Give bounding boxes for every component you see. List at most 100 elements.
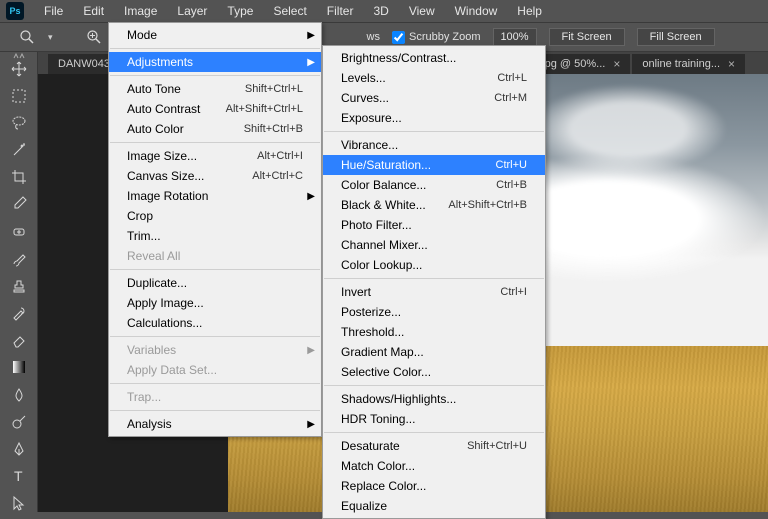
menu-item-vibrance[interactable]: Vibrance... bbox=[323, 135, 545, 155]
history-brush-tool-icon[interactable] bbox=[8, 305, 30, 322]
menu-item-channel-mixer[interactable]: Channel Mixer... bbox=[323, 235, 545, 255]
path-select-tool-icon[interactable] bbox=[8, 495, 30, 512]
menu-item-shortcut: Ctrl+L bbox=[497, 72, 527, 84]
menu-item-label: Exposure... bbox=[341, 111, 402, 125]
menu-item-black-white[interactable]: Black & White...Alt+Shift+Ctrl+B bbox=[323, 195, 545, 215]
menu-item-equalize[interactable]: Equalize bbox=[323, 496, 545, 516]
tools-panel: T bbox=[0, 52, 38, 512]
menubar-item-window[interactable]: Window bbox=[445, 0, 508, 22]
menubar-item-layer[interactable]: Layer bbox=[167, 0, 217, 22]
menu-item-label: Posterize... bbox=[341, 305, 401, 319]
menu-item-threshold[interactable]: Threshold... bbox=[323, 322, 545, 342]
eyedropper-tool-icon[interactable] bbox=[8, 196, 30, 213]
menu-item-image-size[interactable]: Image Size...Alt+Ctrl+I bbox=[109, 146, 321, 166]
menubar-item-type[interactable]: Type bbox=[217, 0, 263, 22]
menu-item-posterize[interactable]: Posterize... bbox=[323, 302, 545, 322]
scrubby-zoom-checkbox[interactable]: Scrubby Zoom bbox=[392, 31, 481, 44]
eraser-tool-icon[interactable] bbox=[8, 332, 30, 349]
menu-item-label: Canvas Size... bbox=[127, 169, 204, 183]
menu-item-brightness-contrast[interactable]: Brightness/Contrast... bbox=[323, 48, 545, 68]
menu-item-curves[interactable]: Curves...Ctrl+M bbox=[323, 88, 545, 108]
menu-separator bbox=[110, 410, 320, 411]
menu-separator bbox=[110, 336, 320, 337]
scrubby-zoom-label: Scrubby Zoom bbox=[409, 31, 481, 43]
wand-tool-icon[interactable] bbox=[8, 142, 30, 159]
menubar-item-image[interactable]: Image bbox=[114, 0, 167, 22]
blur-tool-icon[interactable] bbox=[8, 386, 30, 403]
menubar-item-3d[interactable]: 3D bbox=[363, 0, 398, 22]
menubar-item-filter[interactable]: Filter bbox=[317, 0, 364, 22]
menubar-item-select[interactable]: Select bbox=[263, 0, 316, 22]
expand-toolbar-icon[interactable] bbox=[0, 52, 37, 60]
menu-item-label: Auto Tone bbox=[127, 82, 181, 96]
heal-tool-icon[interactable] bbox=[8, 223, 30, 240]
document-tab[interactable]: online training... × bbox=[632, 54, 745, 74]
menu-item-adjustments[interactable]: Adjustments▶ bbox=[109, 52, 321, 72]
menu-item-label: Adjustments bbox=[127, 55, 193, 69]
menu-item-auto-color[interactable]: Auto ColorShift+Ctrl+B bbox=[109, 119, 321, 139]
pen-tool-icon[interactable] bbox=[8, 440, 30, 457]
menu-item-match-color[interactable]: Match Color... bbox=[323, 456, 545, 476]
fill-screen-button[interactable]: Fill Screen bbox=[637, 28, 715, 46]
menu-item-label: Auto Color bbox=[127, 122, 184, 136]
menu-item-color-balance[interactable]: Color Balance...Ctrl+B bbox=[323, 175, 545, 195]
submenu-arrow-icon: ▶ bbox=[307, 191, 315, 202]
adjustments-submenu: Brightness/Contrast...Levels...Ctrl+LCur… bbox=[322, 45, 546, 519]
zoom-in-icon[interactable] bbox=[85, 28, 103, 46]
menu-item-label: Hue/Saturation... bbox=[341, 158, 431, 172]
dodge-tool-icon[interactable] bbox=[8, 413, 30, 430]
close-icon[interactable]: × bbox=[613, 57, 620, 71]
menu-item-auto-contrast[interactable]: Auto ContrastAlt+Shift+Ctrl+L bbox=[109, 99, 321, 119]
menu-separator bbox=[324, 432, 544, 433]
menu-item-label: Color Lookup... bbox=[341, 258, 422, 272]
chevron-down-icon[interactable]: ▾ bbox=[48, 32, 53, 43]
close-icon[interactable]: × bbox=[728, 57, 735, 71]
menu-item-hdr-toning[interactable]: HDR Toning... bbox=[323, 409, 545, 429]
menubar-item-view[interactable]: View bbox=[399, 0, 445, 22]
zoom-tool-icon[interactable] bbox=[18, 28, 36, 46]
zoom-level-input[interactable] bbox=[493, 28, 537, 46]
menu-item-replace-color[interactable]: Replace Color... bbox=[323, 476, 545, 496]
lasso-tool-icon[interactable] bbox=[8, 114, 30, 131]
menu-item-label: Color Balance... bbox=[341, 178, 426, 192]
menu-item-selective-color[interactable]: Selective Color... bbox=[323, 362, 545, 382]
menu-item-hue-saturation[interactable]: Hue/Saturation...Ctrl+U bbox=[323, 155, 545, 175]
menu-item-photo-filter[interactable]: Photo Filter... bbox=[323, 215, 545, 235]
menu-item-mode[interactable]: Mode ▶ bbox=[109, 25, 321, 45]
menu-separator bbox=[324, 278, 544, 279]
menu-item-crop[interactable]: Crop bbox=[109, 206, 321, 226]
submenu-arrow-icon: ▶ bbox=[307, 30, 315, 41]
menu-item-invert[interactable]: InvertCtrl+I bbox=[323, 282, 545, 302]
menu-item-gradient-map[interactable]: Gradient Map... bbox=[323, 342, 545, 362]
menubar-item-help[interactable]: Help bbox=[507, 0, 552, 22]
menu-item-label: Mode bbox=[127, 28, 157, 42]
menu-item-trim[interactable]: Trim... bbox=[109, 226, 321, 246]
crop-tool-icon[interactable] bbox=[8, 169, 30, 186]
menu-item-analysis[interactable]: Analysis▶ bbox=[109, 414, 321, 434]
gradient-tool-icon[interactable] bbox=[8, 359, 30, 376]
menu-item-calculations[interactable]: Calculations... bbox=[109, 313, 321, 333]
menu-item-label: Photo Filter... bbox=[341, 218, 412, 232]
menu-item-label: Auto Contrast bbox=[127, 102, 200, 116]
menu-item-exposure[interactable]: Exposure... bbox=[323, 108, 545, 128]
menu-item-levels[interactable]: Levels...Ctrl+L bbox=[323, 68, 545, 88]
menubar-item-file[interactable]: File bbox=[34, 0, 73, 22]
menu-item-desaturate[interactable]: DesaturateShift+Ctrl+U bbox=[323, 436, 545, 456]
menu-item-image-rotation[interactable]: Image Rotation▶ bbox=[109, 186, 321, 206]
menu-item-auto-tone[interactable]: Auto ToneShift+Ctrl+L bbox=[109, 79, 321, 99]
marquee-tool-icon[interactable] bbox=[8, 87, 30, 104]
menu-item-label: Match Color... bbox=[341, 459, 415, 473]
menu-item-apply-image[interactable]: Apply Image... bbox=[109, 293, 321, 313]
stamp-tool-icon[interactable] bbox=[8, 277, 30, 294]
fit-screen-button[interactable]: Fit Screen bbox=[549, 28, 625, 46]
type-tool-icon[interactable]: T bbox=[8, 468, 30, 485]
menu-item-label: Channel Mixer... bbox=[341, 238, 428, 252]
move-tool-icon[interactable] bbox=[8, 60, 30, 77]
menubar-item-edit[interactable]: Edit bbox=[73, 0, 114, 22]
brush-tool-icon[interactable] bbox=[8, 250, 30, 267]
menu-separator bbox=[324, 131, 544, 132]
menu-item-canvas-size[interactable]: Canvas Size...Alt+Ctrl+C bbox=[109, 166, 321, 186]
menu-item-color-lookup[interactable]: Color Lookup... bbox=[323, 255, 545, 275]
menu-item-shadows-highlights[interactable]: Shadows/Highlights... bbox=[323, 389, 545, 409]
menu-item-duplicate[interactable]: Duplicate... bbox=[109, 273, 321, 293]
